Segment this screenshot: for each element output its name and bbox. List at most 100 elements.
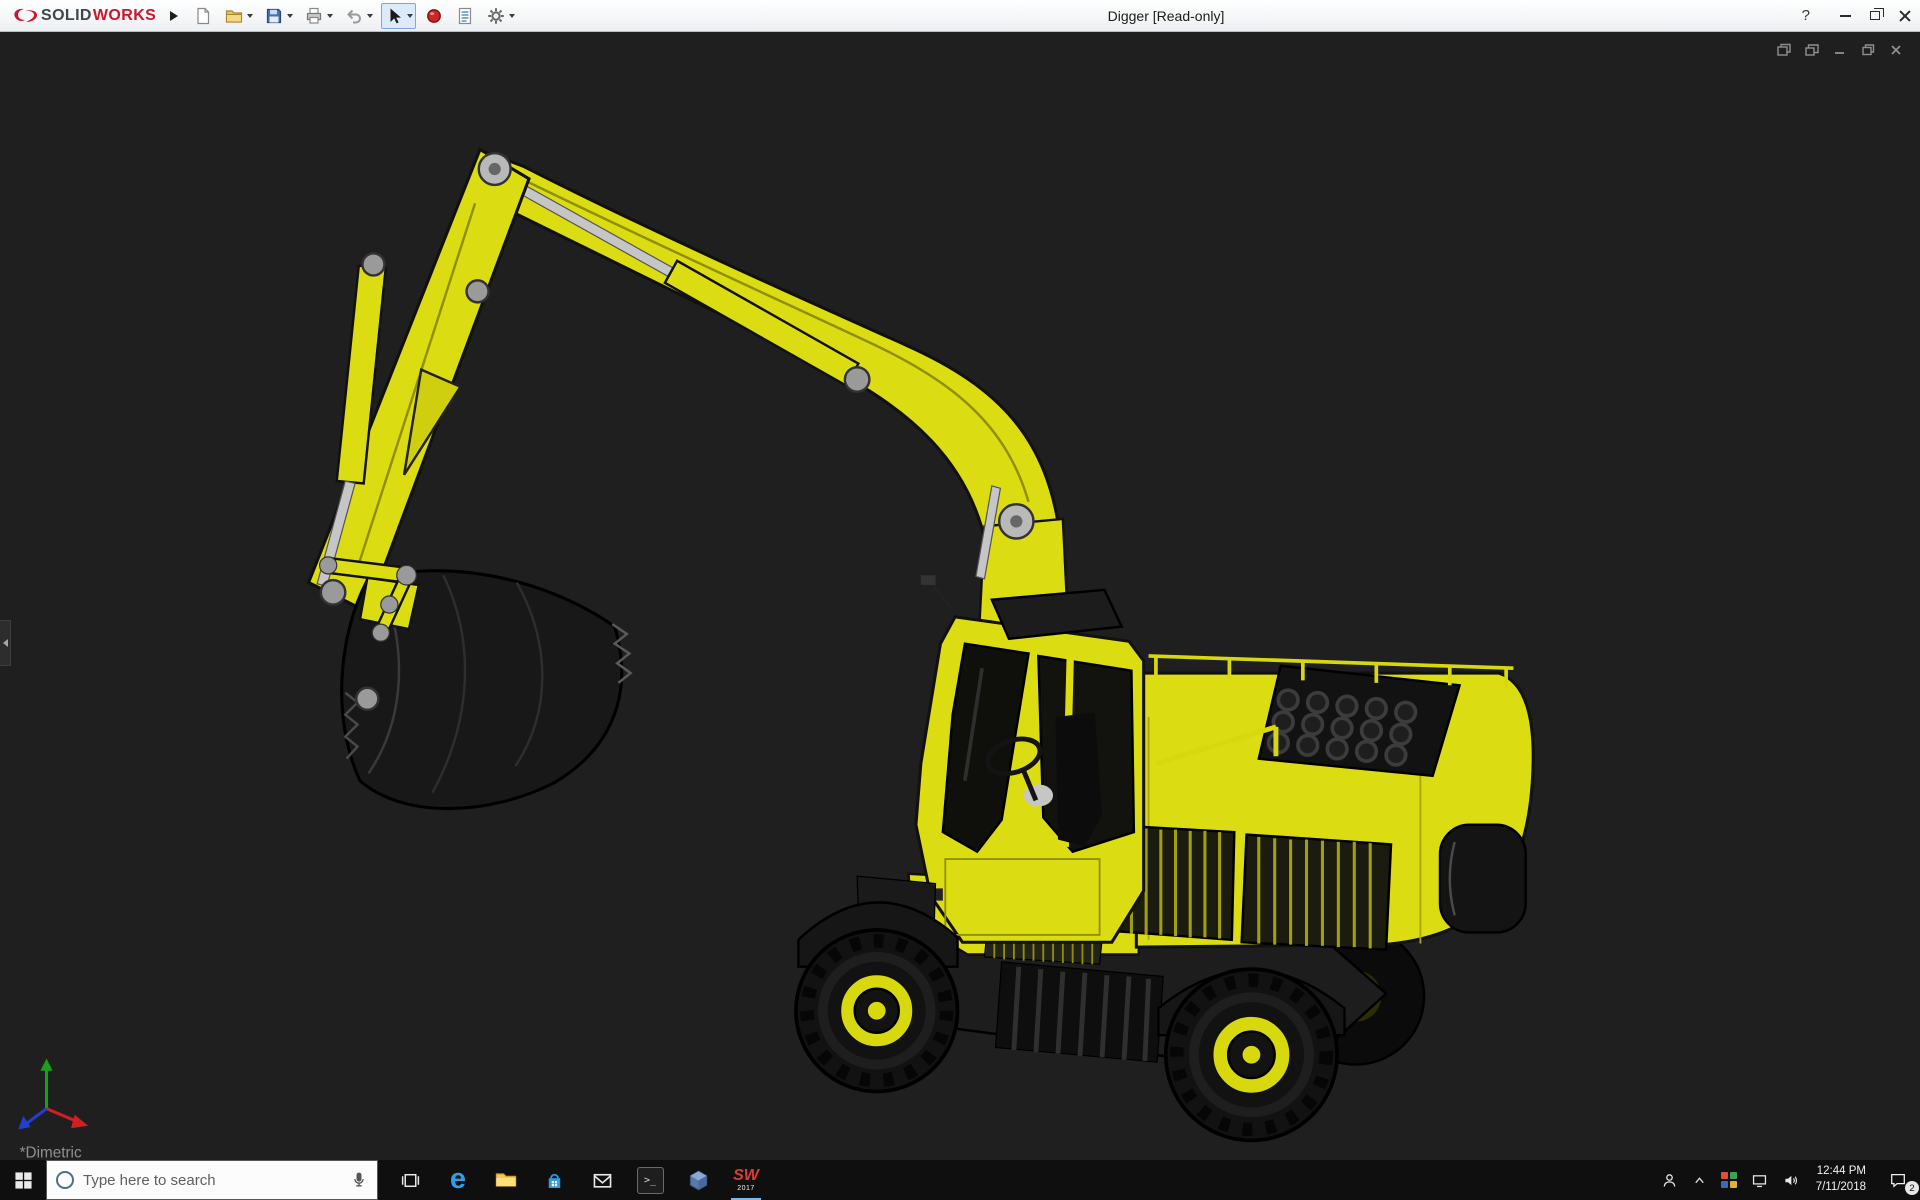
windows-logo-icon: [14, 1171, 32, 1189]
open-dropdown-caret[interactable]: [247, 13, 254, 18]
mail-icon[interactable]: [578, 1160, 626, 1200]
view-orientation-label: *Dimetric: [20, 1145, 82, 1160]
titlebar: SOLID WORKS Digger [Read-only] ?: [0, 0, 1920, 32]
clock-time: 12:44 PM: [1816, 1165, 1866, 1178]
taskbar-clock[interactable]: 12:44 PM 7/11/2018: [1806, 1160, 1876, 1200]
open-folder-icon: [226, 9, 243, 23]
boom-cylinder[interactable]: [501, 174, 871, 393]
restore-icon: [1870, 7, 1884, 20]
doc-minimize-icon: [1835, 52, 1844, 54]
window-group-button[interactable]: [1804, 42, 1820, 58]
window-group-icon: [1805, 44, 1819, 56]
options-button[interactable]: [483, 3, 518, 29]
network-icon[interactable]: [1744, 1160, 1775, 1200]
select-tool-button[interactable]: [381, 2, 417, 29]
action-center-icon[interactable]: 2: [1876, 1160, 1920, 1200]
wheel-front-left[interactable]: [794, 928, 960, 1094]
envelope-icon: [593, 1173, 611, 1188]
select-dropdown-caret[interactable]: [407, 13, 414, 18]
minimize-button[interactable]: [1830, 0, 1860, 31]
doc-restore-button[interactable]: [1860, 42, 1876, 58]
tray-app-icon[interactable]: [1714, 1160, 1744, 1200]
brand-solid: SOLID: [41, 6, 92, 24]
options-gear-icon: [488, 7, 505, 24]
solidworks-taskbar-icon[interactable]: SW 2017: [722, 1160, 770, 1200]
roof-vent: [990, 588, 1124, 641]
task-view-icon: [401, 1173, 419, 1187]
folder-icon: [495, 1173, 517, 1187]
document-title: Digger [Read-only]: [1107, 8, 1225, 24]
undo-icon: [347, 9, 362, 23]
stick-arm[interactable]: [306, 147, 531, 615]
doc-close-button[interactable]: [1888, 42, 1904, 58]
orientation-triad: [18, 1058, 89, 1130]
notification-badge: 2: [1905, 1181, 1919, 1195]
excavator-model[interactable]: *Dimetric: [0, 32, 1920, 1160]
task-view-button[interactable]: [386, 1160, 434, 1200]
people-icon[interactable]: [1654, 1160, 1685, 1200]
help-button[interactable]: ?: [1802, 7, 1810, 24]
print-button[interactable]: [301, 3, 336, 29]
search-input[interactable]: [83, 1171, 341, 1189]
volume-icon[interactable]: [1775, 1160, 1806, 1200]
file-properties-button[interactable]: [452, 3, 478, 29]
console-glyph: >_: [636, 1166, 664, 1194]
wheel-front-right[interactable]: [1163, 967, 1339, 1143]
undo-button[interactable]: [341, 3, 376, 29]
panel-collapse-arrow[interactable]: [0, 620, 11, 666]
options-dropdown-caret[interactable]: [509, 13, 516, 18]
seat: [1055, 712, 1103, 847]
operator-cab[interactable]: [914, 575, 1146, 944]
rebuild-red-light-icon: [427, 8, 442, 23]
taskbar-search[interactable]: [46, 1160, 378, 1200]
system-tray: 12:44 PM 7/11/2018 2: [1654, 1160, 1920, 1200]
shopping-bag-icon: [548, 1173, 560, 1188]
store-icon[interactable]: [530, 1160, 578, 1200]
file-explorer-icon[interactable]: [482, 1160, 530, 1200]
window-stack-button[interactable]: [1776, 42, 1792, 58]
quick-access-toolbar: [190, 2, 518, 29]
document-window-controls: [1776, 42, 1904, 58]
select-cursor-icon: [390, 8, 402, 23]
undo-dropdown-caret[interactable]: [367, 13, 374, 18]
boom-arm[interactable]: [463, 149, 1072, 670]
edge-icon[interactable]: e: [434, 1160, 482, 1200]
minimize-icon: [1839, 14, 1851, 17]
new-document-icon: [197, 7, 210, 24]
print-icon: [307, 7, 322, 24]
graphics-area[interactable]: *Dimetric: [0, 32, 1920, 1160]
doc-close-icon: [1891, 45, 1901, 55]
doc-minimize-button[interactable]: [1832, 42, 1848, 58]
mirror: [920, 575, 936, 585]
save-button[interactable]: [261, 3, 296, 29]
cortana-icon: [56, 1171, 74, 1189]
rebuild-button[interactable]: [421, 3, 447, 29]
console-icon[interactable]: >_: [626, 1160, 674, 1200]
save-dropdown-caret[interactable]: [287, 13, 294, 18]
show-hidden-icons-chevron[interactable]: [1685, 1160, 1714, 1200]
new-document-button[interactable]: [190, 3, 216, 29]
open-button[interactable]: [221, 3, 256, 29]
microphone-icon[interactable]: [350, 1171, 368, 1189]
window-controls: ?: [1802, 0, 1920, 31]
restore-button[interactable]: [1860, 0, 1890, 31]
start-button[interactable]: [0, 1160, 46, 1200]
edge-glyph: e: [449, 1162, 467, 1195]
doc-restore-icon: [1862, 44, 1875, 56]
clock-date: 7/11/2018: [1815, 1181, 1866, 1193]
menu-expand-arrow[interactable]: [170, 10, 179, 21]
solidworks-brand: SOLID WORKS: [10, 6, 156, 26]
taskbar: e >_ SW 2017: [0, 1160, 1920, 1200]
close-button[interactable]: [1890, 0, 1920, 31]
rear-window: [1438, 823, 1527, 934]
vent-grille-right: [1240, 833, 1393, 951]
solidworks-window: SOLID WORKS Digger [Read-only] ? *Dimetr…: [0, 0, 1920, 1200]
cube-icon: [689, 1170, 707, 1190]
solidworks-tile: SW 2017: [733, 1167, 759, 1193]
print-dropdown-caret[interactable]: [327, 13, 334, 18]
brand-works: WORKS: [92, 6, 157, 24]
file-properties-icon: [459, 7, 472, 24]
save-icon: [267, 8, 282, 23]
close-icon: [1899, 9, 1912, 22]
3d-viewer-icon[interactable]: [674, 1160, 722, 1200]
